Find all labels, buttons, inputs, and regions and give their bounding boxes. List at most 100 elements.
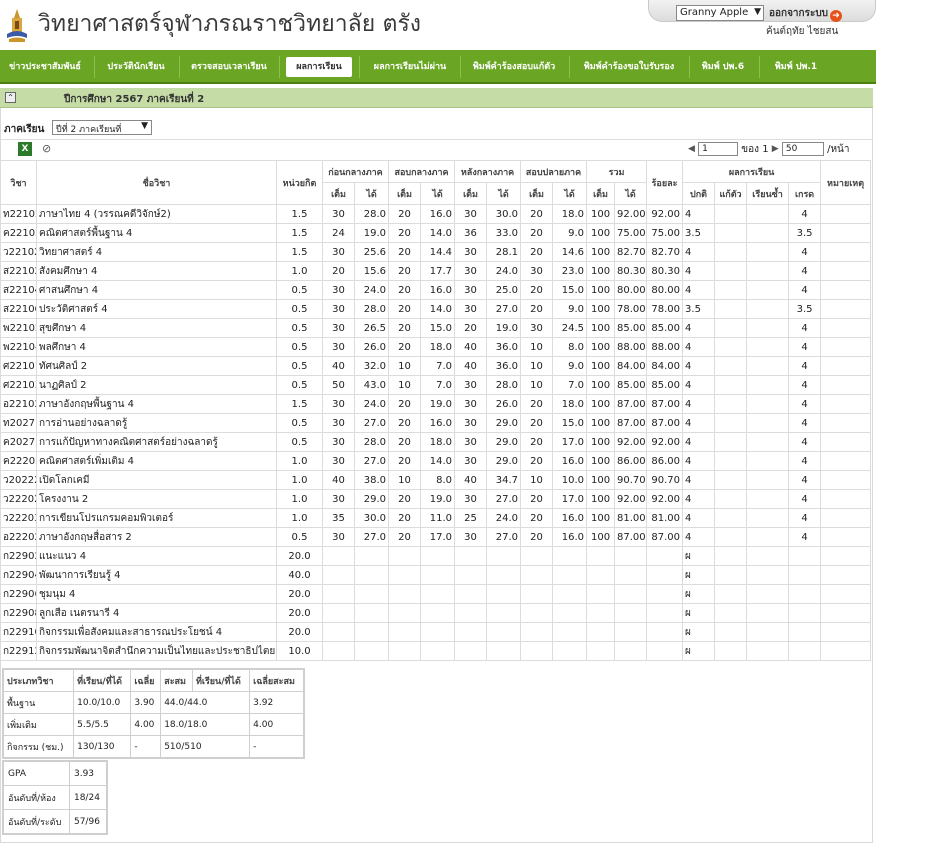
cell-score — [485, 603, 522, 623]
clear-filter-icon[interactable]: ⊘ — [42, 142, 58, 156]
cell-normal: 3.5 — [682, 223, 716, 243]
collapse-icon[interactable]: ⌃ — [5, 92, 16, 103]
cell-score: 100 — [586, 318, 616, 338]
nav-item-print-pp1[interactable]: พิมพ์ ปพ.1 — [766, 57, 826, 77]
cell-grade: 4 — [788, 242, 822, 262]
next-page-icon[interactable]: ▶ — [772, 144, 779, 154]
nav-item-certificate-form[interactable]: พิมพ์คำร้องขอใบรับรอง — [576, 57, 682, 77]
cell-percent: 92.00 — [646, 489, 684, 509]
nav-item-profile[interactable]: ประวัตินักเรียน — [100, 57, 172, 77]
cell-score: 20 — [520, 432, 554, 452]
cell-score: 20 — [520, 223, 554, 243]
term-select-value: ปีที่ 2 ภาคเรียนที่ — [56, 125, 122, 135]
cell-credit: 0.5 — [276, 356, 323, 376]
table-row: ว22202โครงงาน 21.03029.02019.03027.02017… — [0, 489, 872, 509]
cell-repeat — [746, 394, 790, 414]
cell-score — [586, 565, 616, 585]
cell-score: 14.0 — [420, 223, 455, 243]
term-label: ภาคเรียน — [4, 124, 45, 135]
cell-score — [485, 565, 522, 585]
cell-score: 20 — [388, 223, 421, 243]
prev-page-icon[interactable]: ◀ — [688, 144, 695, 154]
cell-name: กิจกรรมเพื่อสังคมและสาธารณประโยชน์ 4 — [36, 622, 277, 642]
cell-score: 38.0 — [354, 470, 389, 490]
nav-item-news[interactable]: ข่าวประชาสัมพันธ์ — [4, 57, 86, 77]
nav-item-attendance[interactable]: ตรวจสอบเวลาเรียน — [186, 57, 272, 77]
cell-score: 28.0 — [354, 432, 389, 452]
cell-retest — [714, 356, 748, 376]
rank-class-value: 18/24 — [68, 785, 108, 810]
cell-repeat — [746, 432, 790, 452]
cell-score: 20 — [388, 261, 421, 281]
cell-score — [420, 584, 455, 604]
term-select[interactable]: ปีที่ 2 ภาคเรียนที่ ▼ — [52, 120, 152, 135]
cell-retest — [714, 261, 748, 281]
cell-note — [820, 299, 872, 319]
page-number-input[interactable]: 1 — [698, 142, 739, 156]
cell-score: 29.0 — [485, 413, 522, 433]
cell-score: 20 — [520, 242, 554, 262]
cell-score — [420, 622, 455, 642]
cell-score: 100 — [586, 451, 616, 471]
cell-score: 30 — [454, 432, 487, 452]
table-row: อ22102ภาษาอังกฤษพื้นฐาน 41.53024.02019.0… — [0, 394, 872, 414]
cell-grade: 4 — [788, 527, 822, 547]
user-name: ค้นต์ฤทัย ไชยสน — [766, 26, 839, 37]
cell-score: 20 — [388, 394, 421, 414]
cell-name: โครงงาน 2 — [36, 489, 277, 509]
per-page-input[interactable]: 50 — [781, 142, 824, 156]
table-row: พ22102สุขศึกษา 40.53026.52015.02019.0302… — [0, 318, 872, 338]
cell-grade: 4 — [788, 508, 822, 528]
cell-score — [388, 641, 421, 661]
cell-repeat — [746, 603, 790, 623]
cell-retest — [714, 242, 748, 262]
cell-score: 20 — [520, 204, 554, 224]
cell-score — [388, 546, 421, 566]
cell-repeat — [746, 223, 790, 243]
cell-score — [322, 603, 355, 623]
cell-score: 28.0 — [354, 204, 389, 224]
cell-score: 36.0 — [485, 337, 522, 357]
cell-retest — [714, 641, 748, 661]
sub-repeat: เรียนซ้ำ — [746, 182, 790, 205]
cell-grade: 4 — [788, 451, 822, 471]
pager-of-label: ของ — [741, 144, 760, 155]
cell-retest — [714, 546, 748, 566]
excel-export-icon[interactable]: X — [18, 142, 32, 156]
cell-score: 30 — [322, 242, 355, 262]
cell-percent: 87.00 — [646, 413, 684, 433]
cell-normal: 4 — [682, 280, 716, 300]
table-row: ว20222เปิดโลกเคมี1.04038.0108.04034.7101… — [0, 470, 872, 490]
cell-code: ว22202 — [0, 489, 37, 509]
cell-grade: 4 — [788, 394, 822, 414]
sum-cell: 3.92 — [249, 691, 304, 714]
cell-note — [820, 451, 872, 471]
cell-score — [388, 622, 421, 642]
cell-credit: 0.5 — [276, 318, 323, 338]
nav-item-print-pp6[interactable]: พิมพ์ ปพ.6 — [696, 57, 750, 77]
cell-score: 86.00 — [614, 451, 648, 471]
cell-retest — [714, 299, 748, 319]
cell-score: 80.30 — [614, 261, 648, 281]
cell-repeat — [746, 318, 790, 338]
nav-item-grades[interactable]: ผลการเรียน — [286, 57, 352, 77]
logout-button[interactable]: ออกจากระบบ ➜ — [769, 6, 843, 22]
cell-score: 30.0 — [354, 508, 389, 528]
cell-score: 25 — [454, 508, 487, 528]
table-row: ก22910กิจกรรมเพื่อสังคมและสาธารณประโยชน์… — [0, 622, 872, 642]
theme-select[interactable]: Granny Apple ▼ — [676, 5, 764, 21]
cell-code: พ22104 — [0, 337, 37, 357]
nav-item-retest-form[interactable]: พิมพ์คำร้องสอบแก้ตัว — [466, 57, 562, 77]
cell-name: คณิตศาสตร์พื้นฐาน 4 — [36, 223, 277, 243]
rank-class-label: อันดับที่/ห้อง — [3, 785, 70, 810]
cell-repeat — [746, 451, 790, 471]
cell-score: 20 — [388, 242, 421, 262]
cell-score — [586, 584, 616, 604]
cell-score: 29.0 — [485, 432, 522, 452]
nav-item-failed[interactable]: ผลการเรียนไม่ผ่าน — [366, 57, 454, 77]
cell-score: 40 — [454, 356, 487, 376]
cell-retest — [714, 394, 748, 414]
cell-score: 20 — [520, 508, 554, 528]
cell-score: 43.0 — [354, 375, 389, 395]
cell-credit: 10.0 — [276, 641, 323, 661]
